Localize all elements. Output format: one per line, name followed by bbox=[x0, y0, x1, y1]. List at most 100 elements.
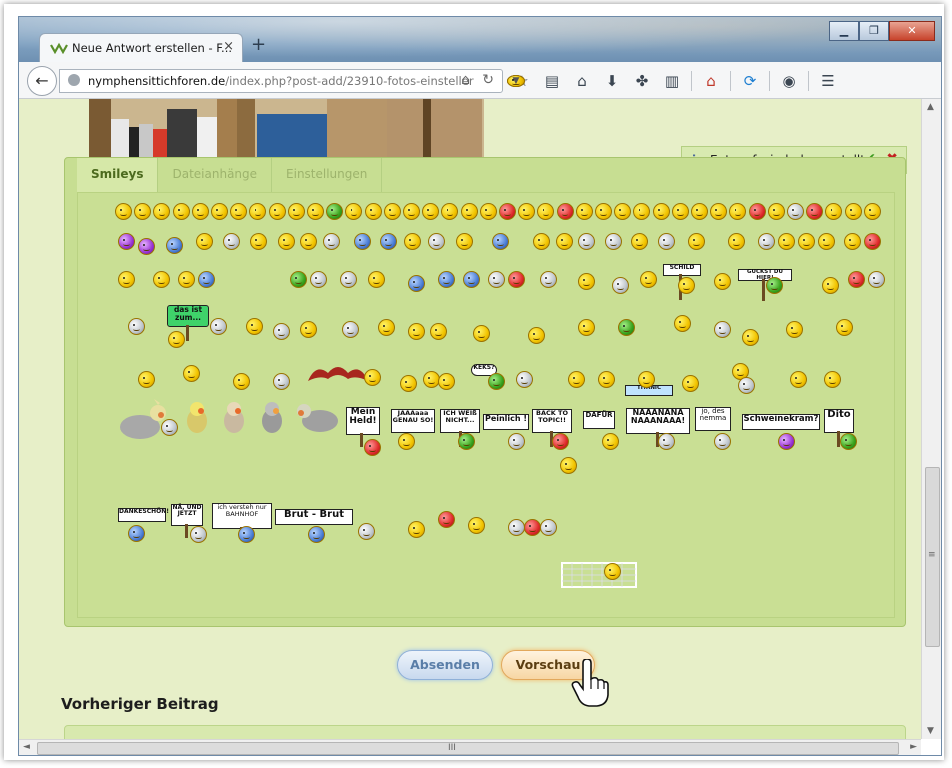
smiley-sign-ich-weiss-nicht[interactable]: ICH WEIß NICHT... bbox=[440, 409, 480, 433]
smiley-icon[interactable] bbox=[806, 203, 824, 220]
smiley-icon[interactable] bbox=[488, 271, 505, 288]
smiley-icon[interactable] bbox=[479, 203, 497, 220]
smiley-icon[interactable] bbox=[408, 323, 425, 340]
smiley-icon[interactable] bbox=[183, 365, 200, 382]
smiley-icon[interactable] bbox=[378, 319, 395, 336]
smiley-icon[interactable] bbox=[508, 271, 525, 288]
home-icon[interactable]: ⌂ bbox=[461, 72, 470, 88]
smiley-icon[interactable] bbox=[492, 233, 509, 250]
smiley-icon[interactable] bbox=[824, 371, 841, 388]
smiley-icon[interactable] bbox=[537, 203, 555, 220]
smiley-icon[interactable] bbox=[864, 233, 881, 250]
smiley-icon[interactable] bbox=[138, 371, 155, 388]
cockatiel-smiley[interactable] bbox=[220, 399, 248, 435]
smiley-icon[interactable] bbox=[652, 203, 670, 220]
smiley-icon[interactable] bbox=[438, 511, 455, 528]
smiley-icon[interactable] bbox=[552, 433, 569, 450]
scroll-right-icon[interactable]: ► bbox=[910, 742, 917, 752]
smiley-icon[interactable] bbox=[578, 319, 595, 336]
smiley-sign-genau-so[interactable]: JAAAaaa GENAU SO! bbox=[391, 409, 435, 433]
smiley-icon[interactable] bbox=[508, 519, 525, 536]
goal-net-smiley[interactable] bbox=[560, 559, 640, 589]
smiley-icon[interactable] bbox=[326, 203, 344, 220]
smiley-icon[interactable] bbox=[767, 203, 785, 220]
smiley-icon[interactable] bbox=[758, 233, 775, 250]
smiley-icon[interactable] bbox=[671, 203, 689, 220]
address-bar[interactable]: nymphensittichforen.de/index.php?post-ad… bbox=[59, 69, 503, 93]
smiley-icon[interactable] bbox=[211, 203, 228, 220]
smiley-icon[interactable] bbox=[196, 233, 213, 250]
tab-settings[interactable]: Einstellungen bbox=[272, 158, 383, 192]
smiley-sign-guckst-du-hier[interactable]: GUCKST DU HIER! bbox=[738, 269, 792, 281]
smiley-icon[interactable] bbox=[354, 233, 371, 250]
smiley-icon[interactable] bbox=[499, 203, 516, 220]
smiley-icon[interactable] bbox=[633, 203, 651, 220]
smiley-icon[interactable] bbox=[787, 203, 804, 220]
vertical-scrollbar[interactable]: ▲ ≡ ▼ bbox=[921, 99, 941, 739]
smiley-icon[interactable] bbox=[422, 203, 440, 220]
smiley-icon[interactable] bbox=[844, 203, 862, 220]
smiley-icon[interactable] bbox=[198, 271, 215, 288]
smiley-icon[interactable] bbox=[458, 433, 475, 450]
smiley-icon[interactable] bbox=[430, 323, 447, 340]
library-icon[interactable]: ▥ bbox=[657, 72, 687, 90]
smiley-icon[interactable] bbox=[822, 277, 839, 294]
smiley-icon[interactable] bbox=[310, 271, 327, 288]
smiley-icon[interactable] bbox=[308, 526, 325, 543]
smiley-icon[interactable] bbox=[118, 271, 135, 288]
smiley-icon[interactable] bbox=[438, 373, 455, 390]
smiley-icon[interactable] bbox=[398, 433, 415, 450]
browser-tab[interactable]: Neue Antwort erstellen - F... × bbox=[39, 33, 243, 62]
home-icon[interactable]: ⌂ bbox=[567, 72, 597, 90]
smiley-icon[interactable] bbox=[508, 433, 525, 450]
minimize-button[interactable]: ▁ bbox=[829, 21, 859, 41]
smiley-icon[interactable] bbox=[614, 203, 632, 220]
smiley-icon[interactable] bbox=[618, 319, 635, 336]
smiley-icon[interactable] bbox=[323, 233, 340, 250]
tab-smileys[interactable]: Smileys bbox=[77, 158, 159, 192]
smiley-icon[interactable] bbox=[273, 323, 290, 340]
smiley-icon[interactable] bbox=[844, 233, 861, 250]
smiley-icon[interactable] bbox=[786, 321, 803, 338]
smiley-icon[interactable] bbox=[790, 371, 807, 388]
smiley-icon[interactable] bbox=[836, 319, 853, 336]
smiley-icon[interactable] bbox=[658, 233, 675, 250]
smiley-icon[interactable] bbox=[300, 321, 317, 338]
smiley-icon[interactable] bbox=[729, 203, 747, 220]
smiley-icon[interactable] bbox=[742, 329, 759, 346]
smiley-icon[interactable] bbox=[191, 203, 209, 220]
new-tab-button[interactable]: + bbox=[251, 34, 266, 55]
home-icon[interactable]: ⌂ bbox=[696, 72, 726, 90]
smiley-icon[interactable] bbox=[598, 371, 615, 388]
smiley-icon[interactable] bbox=[246, 318, 263, 335]
smiley-icon[interactable] bbox=[468, 517, 485, 534]
smiley-icon[interactable] bbox=[748, 203, 766, 220]
smiley-icon[interactable] bbox=[307, 203, 324, 220]
tab-attachments[interactable]: Dateianhänge bbox=[158, 158, 273, 192]
smiley-icon[interactable] bbox=[273, 373, 290, 390]
smiley-icon[interactable] bbox=[533, 233, 550, 250]
smiley-icon[interactable] bbox=[714, 433, 731, 450]
maximize-button[interactable]: ❐ bbox=[859, 21, 889, 41]
smiley-sign-na-und-jetzt[interactable]: NÄ, UND JETZT bbox=[171, 504, 203, 526]
smiley-icon[interactable] bbox=[568, 371, 585, 388]
sync-icon[interactable]: ⟳ bbox=[735, 72, 765, 90]
smiley-icon[interactable] bbox=[488, 373, 505, 390]
smiley-icon[interactable] bbox=[438, 271, 455, 288]
smiley-icon[interactable] bbox=[380, 233, 397, 250]
horizontal-scroll-thumb[interactable]: III bbox=[37, 742, 899, 755]
addon-icon[interactable]: ✤ bbox=[627, 72, 657, 90]
smiley-icon[interactable] bbox=[688, 233, 705, 250]
smiley-sign-back-to-topic[interactable]: BACK TO TOPIC!! bbox=[532, 409, 572, 433]
smiley-icon[interactable] bbox=[524, 519, 541, 536]
bat-smiley[interactable] bbox=[306, 361, 370, 385]
smiley-icon[interactable] bbox=[340, 271, 357, 288]
smiley-icon[interactable] bbox=[223, 233, 240, 250]
smiley-icon[interactable] bbox=[383, 203, 401, 220]
smiley-icon[interactable] bbox=[612, 277, 629, 294]
smiley-icon[interactable] bbox=[848, 271, 865, 288]
smiley-icon[interactable] bbox=[778, 433, 795, 450]
smiley-icon[interactable] bbox=[250, 233, 267, 250]
back-button[interactable]: ← bbox=[27, 66, 57, 96]
scroll-down-icon[interactable]: ▼ bbox=[927, 726, 934, 736]
